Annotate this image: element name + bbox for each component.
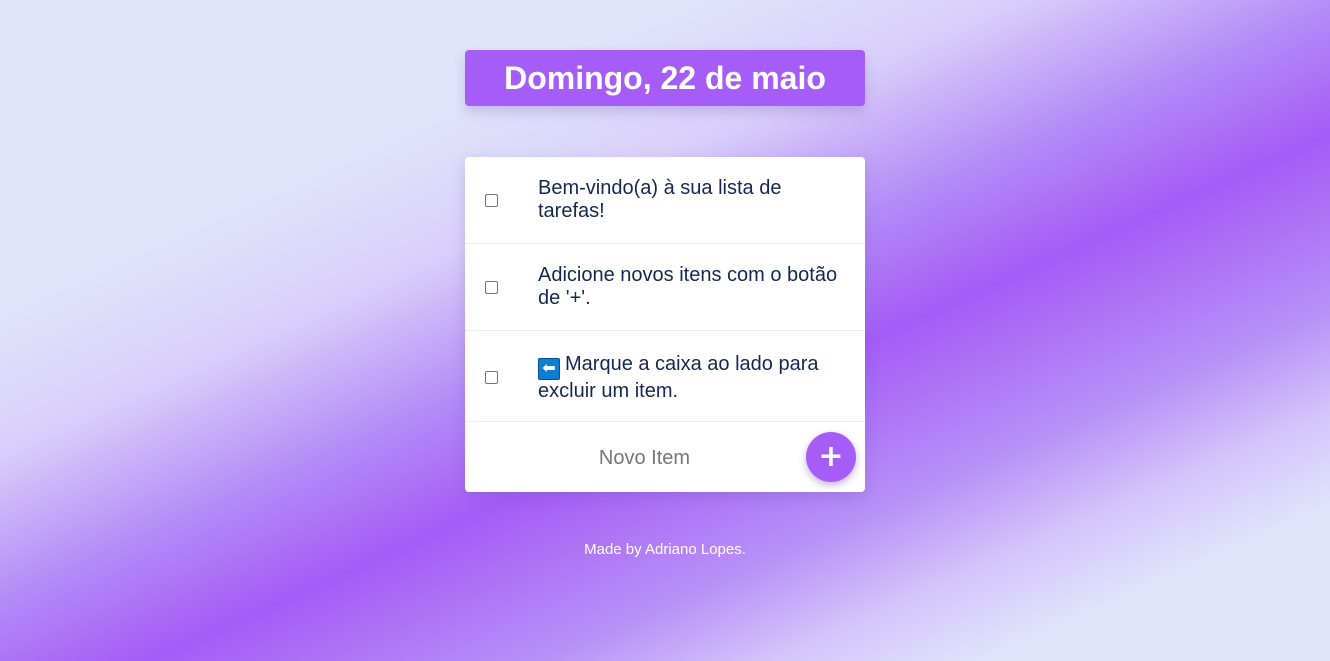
- footer-credit: Made by Adriano Lopes.: [584, 541, 746, 558]
- item-text: Adicione novos itens com o botão de '+'.: [538, 264, 838, 309]
- item-text: Bem-vindo(a) à sua lista de tarefas!: [538, 177, 782, 222]
- item-checkbox[interactable]: [485, 194, 498, 207]
- date-title: Domingo, 22 de maio: [504, 59, 826, 96]
- item-checkbox[interactable]: [485, 371, 498, 384]
- list-item: ⬅ Marque a caixa ao lado para excluir um …: [465, 331, 865, 422]
- new-item-input[interactable]: [515, 439, 774, 477]
- list-item: Bem-vindo(a) à sua lista de tarefas!: [465, 157, 865, 244]
- item-checkbox[interactable]: [485, 281, 498, 294]
- date-heading-box: Domingo, 22 de maio: [465, 50, 865, 106]
- left-arrow-icon: ⬅: [538, 358, 560, 380]
- item-text-with-icon: ⬅ Marque a caixa ao lado para excluir um …: [538, 353, 853, 403]
- todo-list-card: Bem-vindo(a) à sua lista de tarefas! Adi…: [465, 157, 865, 492]
- item-text: Marque a caixa ao lado para excluir um i…: [538, 353, 819, 402]
- list-item: Adicione novos itens com o botão de '+'.: [465, 244, 865, 331]
- add-item-button[interactable]: +: [806, 432, 856, 482]
- new-item-row: +: [465, 422, 865, 492]
